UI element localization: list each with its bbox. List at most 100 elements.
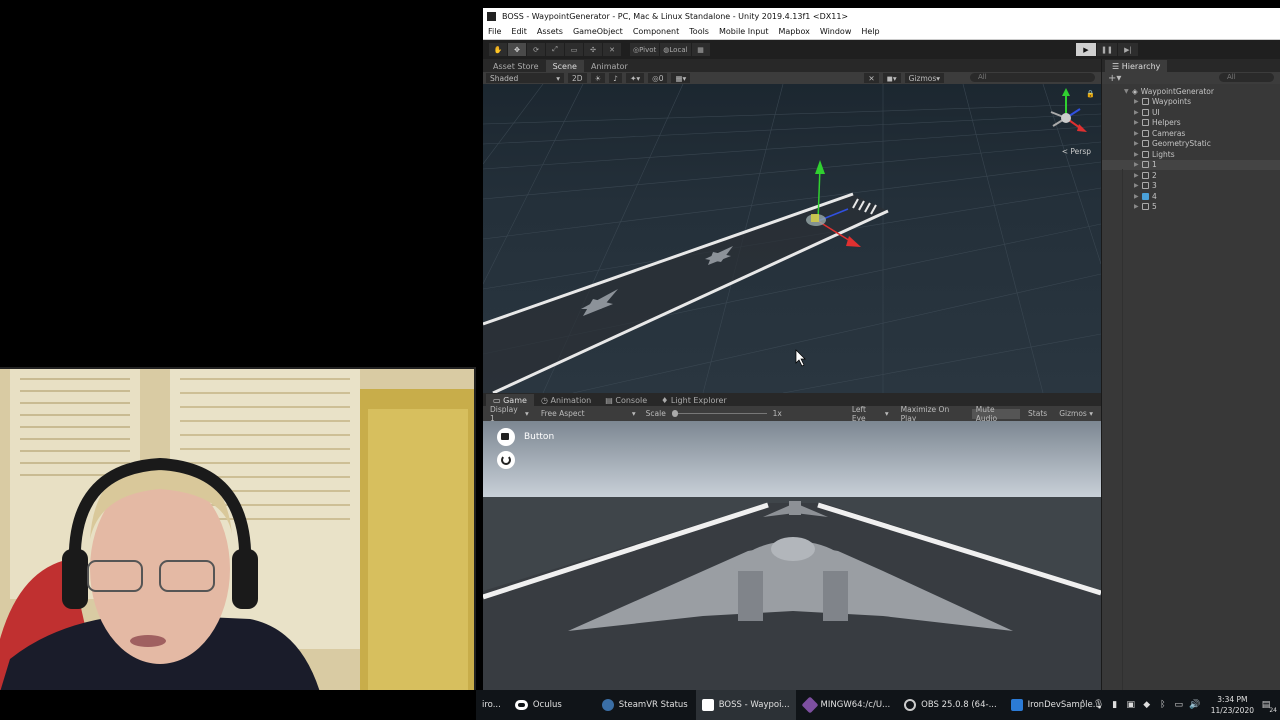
tab-scene[interactable]: Scene [545, 60, 584, 72]
taskbar-item-unity[interactable]: BOSS - Waypoi... [695, 690, 796, 720]
hierarchy-item[interactable]: ▶ Helpers [1102, 118, 1280, 129]
app-tray-icon[interactable]: ▣ [1125, 700, 1137, 710]
rotate-tool-icon[interactable]: ⟳ [527, 43, 545, 56]
2d-toggle[interactable]: 2D [568, 73, 587, 83]
tab-hierarchy[interactable]: ☰ Hierarchy [1105, 60, 1168, 72]
grid-toggle-icon[interactable]: ▦▾ [671, 73, 691, 83]
scene-viewport[interactable]: < Persp 🔒 [483, 84, 1101, 393]
menu-mapbox[interactable]: Mapbox [778, 27, 809, 36]
scale-slider[interactable] [671, 410, 767, 417]
scale-slider-thumb[interactable] [671, 410, 678, 417]
microphone-icon[interactable]: 🎙 [1093, 700, 1105, 710]
network-icon[interactable]: ▭ [1173, 700, 1185, 710]
scale-tool-icon[interactable]: ⤢ [546, 43, 564, 56]
camera-dropdown-icon[interactable]: ◼▾ [882, 73, 901, 83]
hierarchy-item[interactable]: ▶ 2 [1102, 170, 1280, 181]
eye-dropdown[interactable]: Left Eye ▾ [848, 405, 893, 423]
tab-console[interactable]: ▤ Console [598, 394, 654, 406]
tab-animator[interactable]: Animator [584, 60, 635, 72]
tab-asset-store[interactable]: Asset Store [486, 60, 546, 72]
hierarchy-item[interactable]: ▶ Lights [1102, 149, 1280, 160]
chevron-right-icon[interactable]: ▶ [1134, 151, 1142, 158]
display-dropdown[interactable]: Display 1 ▾ [486, 405, 533, 423]
local-toggle[interactable]: ◍ Local [660, 43, 691, 56]
stats-toggle[interactable]: Stats [1024, 409, 1051, 419]
hierarchy-item-selected[interactable]: ▶ 1 [1102, 159, 1280, 170]
tools-icon[interactable]: ✕ [864, 73, 879, 83]
step-button-icon[interactable]: ▶| [1118, 43, 1138, 56]
chevron-right-icon[interactable]: ▶ [1134, 119, 1142, 126]
hierarchy-item[interactable]: ▶ 5 [1102, 202, 1280, 213]
ui-camera-button[interactable]: Button [497, 428, 554, 446]
lighting-toggle-icon[interactable]: ☀ [590, 73, 606, 83]
menu-component[interactable]: Component [633, 27, 679, 36]
menu-gameobject[interactable]: GameObject [573, 27, 623, 36]
hierarchy-search-input[interactable]: All [1219, 73, 1274, 82]
hierarchy-item[interactable]: ▶ UI [1102, 107, 1280, 118]
gameobject-icon [1142, 161, 1149, 169]
tab-light-explorer[interactable]: ♦ Light Explorer [654, 394, 734, 406]
add-object-button[interactable]: +▾ [1108, 73, 1121, 84]
taskbar-item-steamvr[interactable]: SteamVR Status [596, 690, 694, 720]
aspect-dropdown[interactable]: Free Aspect ▾ [537, 409, 640, 419]
chevron-right-icon[interactable]: ▶ [1134, 182, 1142, 189]
menu-assets[interactable]: Assets [537, 27, 563, 36]
scene-search-input[interactable]: All [970, 73, 1095, 82]
menu-edit[interactable]: Edit [511, 27, 527, 36]
chevron-right-icon[interactable]: ▶ [1134, 161, 1142, 168]
dropbox-icon[interactable]: ◆ [1141, 700, 1153, 710]
pivot-toggle[interactable]: ◎ Pivot [630, 43, 660, 56]
lock-icon[interactable]: 🔒 [1086, 90, 1095, 98]
usb-icon[interactable]: ▮ [1109, 700, 1121, 710]
game-viewport[interactable]: Button [483, 421, 1101, 690]
chevron-right-icon[interactable]: ▶ [1134, 172, 1142, 179]
chevron-right-icon[interactable]: ▶ [1134, 98, 1142, 105]
volume-icon[interactable]: 🔊 [1189, 700, 1201, 710]
custom-tool-icon[interactable]: ✕ [603, 43, 621, 56]
hierarchy-item[interactable]: ▶ Waypoints [1102, 97, 1280, 108]
rect-tool-icon[interactable]: ▭ [565, 43, 583, 56]
hidden-objects-toggle[interactable]: ◎ 0 [648, 73, 668, 83]
grid-snap-icon[interactable]: ▦ [691, 43, 710, 56]
bluetooth-icon[interactable]: ᛒ [1157, 700, 1169, 710]
clock[interactable]: 3:34 PM 11/23/2020 [1211, 694, 1254, 716]
hierarchy-item[interactable]: ▶ GeometryStatic [1102, 139, 1280, 150]
audio-toggle-icon[interactable]: ♪ [609, 73, 623, 83]
transform-tool-icon[interactable]: ✣ [584, 43, 602, 56]
chevron-right-icon[interactable]: ▶ [1134, 140, 1142, 147]
game-gizmos-dropdown[interactable]: Gizmos ▾ [1055, 409, 1097, 419]
menu-mobile-input[interactable]: Mobile Input [719, 27, 769, 36]
menu-window[interactable]: Window [820, 27, 852, 36]
hierarchy-item[interactable]: ▶ 3 [1102, 181, 1280, 192]
chevron-right-icon[interactable]: ▶ [1134, 203, 1142, 210]
effects-dropdown-icon[interactable]: ✦▾ [626, 73, 645, 83]
hierarchy-root[interactable]: ▼ ◈ WaypointGenerator [1102, 86, 1280, 97]
chevron-right-icon[interactable]: ▶ [1134, 130, 1142, 137]
hierarchy-item[interactable]: ▶ 4 [1102, 191, 1280, 202]
maximize-on-play-toggle[interactable]: Maximize On Play [897, 405, 968, 423]
menu-help[interactable]: Help [861, 27, 879, 36]
tab-animation[interactable]: ◷ Animation [534, 394, 598, 406]
chevron-down-icon[interactable]: ▼ [1124, 88, 1132, 95]
gizmos-dropdown[interactable]: Gizmos ▾ [904, 73, 945, 83]
chevron-up-icon[interactable]: ˄ [1077, 700, 1089, 710]
chevron-right-icon[interactable]: ▶ [1134, 193, 1142, 200]
taskbar-item-obs[interactable]: OBS 25.0.8 (64-... [898, 690, 1003, 720]
chevron-right-icon[interactable]: ▶ [1134, 109, 1142, 116]
shading-mode-dropdown[interactable]: Shaded ▾ [486, 73, 564, 83]
reset-icon[interactable] [497, 451, 515, 469]
play-button-icon[interactable]: ▶ [1076, 43, 1096, 56]
persp-label[interactable]: < Persp [1062, 147, 1091, 156]
mute-audio-toggle[interactable]: Mute Audio [971, 405, 1021, 423]
hierarchy-item[interactable]: ▶ Cameras [1102, 128, 1280, 139]
hand-tool-icon[interactable]: ✋ [489, 43, 507, 56]
menu-file[interactable]: File [488, 27, 501, 36]
notification-icon[interactable]: ▤ 24 [1260, 700, 1277, 714]
menu-tools[interactable]: Tools [689, 27, 709, 36]
move-tool-icon[interactable]: ✥ [508, 43, 526, 56]
stats-label: Stats [1028, 409, 1048, 418]
taskbar-item[interactable]: iro... [476, 690, 507, 720]
taskbar-item-oculus[interactable]: Oculus [509, 690, 568, 720]
pause-button-icon[interactable]: ❚❚ [1097, 43, 1117, 56]
taskbar-item-mingw[interactable]: MINGW64:/c/U... [798, 690, 897, 720]
